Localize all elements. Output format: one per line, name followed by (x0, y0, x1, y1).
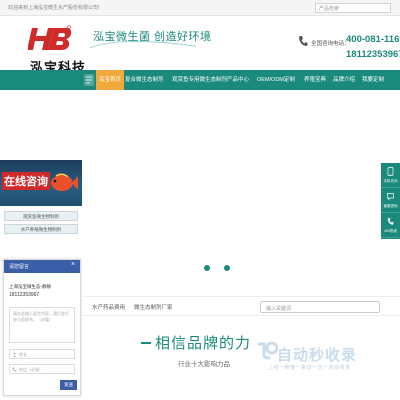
strip-tab-manufacturer[interactable]: 微生态制剂厂家 (134, 303, 173, 311)
chat-icon (387, 193, 394, 201)
nav-item-compound[interactable]: 复合微生态制剂 (125, 70, 164, 90)
close-icon[interactable]: × (71, 261, 75, 268)
sidebar-item-chat[interactable]: 客服咨询 (381, 188, 400, 213)
brand-title: 相信品牌的力 (155, 335, 252, 352)
top-search-input[interactable]: 产品检索 (315, 3, 391, 13)
chat-title: 请您留言 (9, 264, 30, 270)
sidebar-item-hotline[interactable]: 400热线 (381, 213, 400, 238)
nav-logo-icon (84, 74, 94, 86)
nav-item-ornamental[interactable]: 观赏鱼专用微生态制剂 (172, 70, 227, 90)
chat-widget: 请您留言 × 上海泓宝微生态-静静 18112353967 请在此输入留言内容，… (3, 259, 81, 396)
carousel-dot-2[interactable] (224, 265, 230, 271)
chat-contact-placeholder: 电话（必填） (19, 367, 43, 372)
watermark-subtext: 上线一链接一来访一次一自动收录 (268, 365, 351, 371)
consult-ornamental-button[interactable]: 观赏鱼微生物制剂 (4, 211, 78, 221)
sidebar-item-mobile[interactable]: 手机访问 (381, 163, 400, 188)
page: 欢迎来到上海泓宝微生水产股份有限公司! 产品检索 泓宝科技 泓宝微生菌 创造好环… (0, 0, 400, 400)
chat-send-button[interactable]: 发送 (60, 380, 77, 390)
main-nav: 泓宝首页 复合微生态制剂 观赏鱼专用微生态制剂 产品中心 OEM/ODM定制 养… (0, 70, 400, 90)
consult-aquaculture-button[interactable]: 水产养殖微生物制剂 (4, 224, 78, 234)
sidebar-label: 手机访问 (383, 179, 398, 183)
logo-mark-icon (28, 25, 72, 50)
sidebar-label: 客服咨询 (383, 204, 398, 208)
user-icon (12, 352, 17, 357)
phone-icon (299, 36, 308, 46)
watermark-logo-icon (258, 341, 278, 360)
chat-company: 上海泓宝微生态-静静 (9, 284, 51, 289)
chat-header: 请您留言 × (4, 260, 80, 273)
consult-image[interactable]: 在线咨询 (0, 160, 82, 206)
chat-contact-input[interactable]: 电话（必填） (9, 364, 75, 374)
hotline-label: 全国咨询电话： (311, 41, 350, 47)
nav-item-oem[interactable]: OEM/ODM定制 (257, 70, 295, 90)
chat-name-input[interactable]: 姓名 (9, 349, 75, 359)
fish-icon (51, 173, 78, 191)
mobile-icon (387, 167, 394, 176)
brand-subtitle: 行业十大影响力品 (178, 361, 230, 368)
phone-icon (387, 218, 394, 225)
welcome-text: 欢迎来到上海泓宝微生水产股份有限公司! (8, 5, 100, 11)
header: 泓宝科技 泓宝微生菌 创造好环境 全国咨询电话： 400-081-1169 18… (0, 16, 400, 76)
top-bar: 欢迎来到上海泓宝微生水产股份有限公司! 产品检索 (0, 0, 400, 16)
nav-item-brand[interactable]: 品牌介绍 (333, 70, 355, 90)
chat-message-input[interactable]: 请在此输入留言内容，我们会尽快与您联系。（必填） (9, 307, 75, 343)
float-sidebar: 手机访问 客服咨询 400热线 (381, 163, 400, 239)
slogan: 泓宝微生菌 创造好环境 (93, 31, 212, 43)
consult-title: 在线咨询 (2, 172, 50, 190)
carousel-dot-1[interactable] (204, 265, 210, 271)
phone-icon (12, 367, 17, 372)
hotline-number[interactable]: 400-081-1169 (346, 34, 400, 45)
nav-item-products[interactable]: 产品中心 (227, 70, 249, 90)
chat-phone: 18112353967 (9, 292, 40, 298)
watermark-text: 自动秒收录 (277, 347, 358, 364)
sidebar-label: 400热线 (384, 229, 397, 233)
product-strip: 水产药品费用 微生态制剂厂家 输入关键词 (82, 296, 400, 316)
consult-panel: 在线咨询 观赏鱼微生物制剂 水产养殖微生物制剂 (0, 160, 82, 250)
mobile-number[interactable]: 18112353967 (346, 49, 400, 60)
nav-item-home[interactable]: 泓宝首页 (96, 70, 125, 90)
strip-tab-fees[interactable]: 水产药品费用 (92, 303, 125, 311)
keyword-search-input[interactable]: 输入关键词 (260, 301, 380, 313)
chat-name-placeholder: 姓名 (19, 352, 27, 357)
title-dash (141, 342, 151, 344)
nav-item-guide[interactable]: 养殖宝典 (304, 70, 326, 90)
nav-item-custom[interactable]: 我要定制 (362, 70, 384, 90)
